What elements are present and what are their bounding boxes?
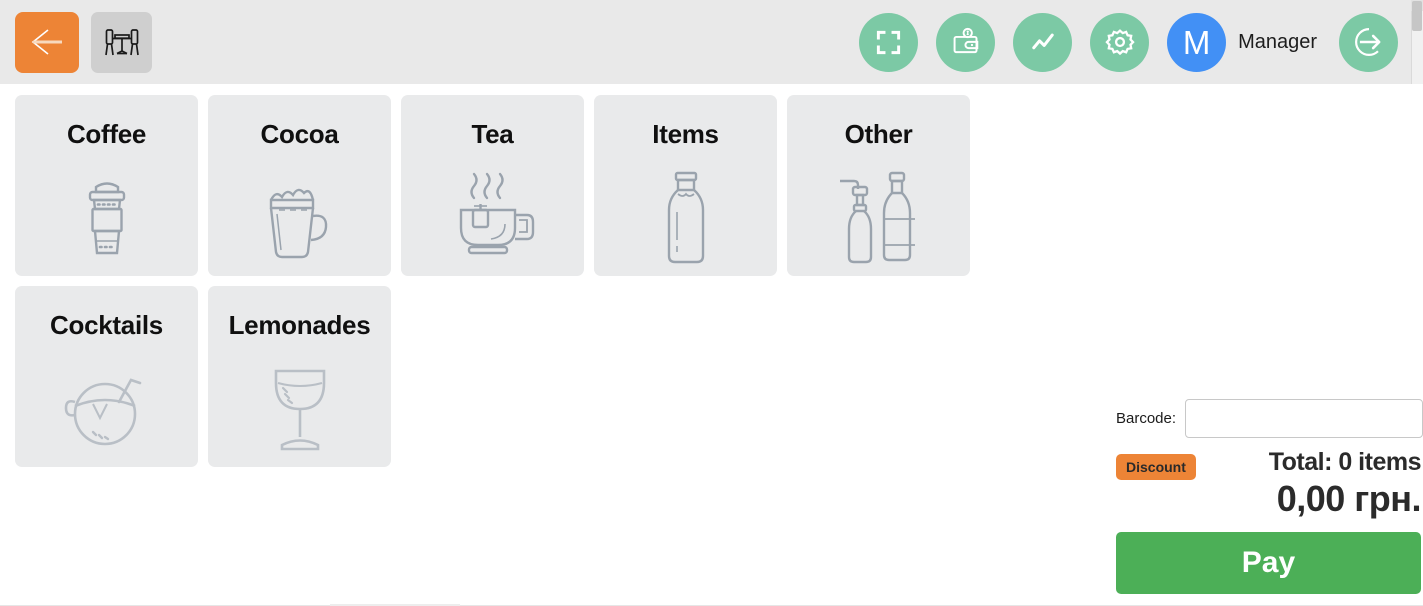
totals-text: Total: 0 items 0,00 грн. xyxy=(1269,448,1423,519)
total-amount: 0,00 грн. xyxy=(1276,477,1422,519)
checkout-panel: Barcode: Discount Total: 0 items 0,00 гр… xyxy=(1110,398,1423,595)
arrow-left-icon xyxy=(31,29,62,55)
toolbar-scrollbar[interactable] xyxy=(1411,0,1423,84)
category-label: Items xyxy=(652,119,719,149)
category-label: Cocoa xyxy=(260,119,339,149)
tables-button[interactable] xyxy=(91,11,152,73)
top-toolbar: M Manager xyxy=(0,0,1411,84)
wallet-cash-icon xyxy=(953,27,978,54)
barcode-input[interactable] xyxy=(1185,399,1423,438)
barcode-label: Barcode: xyxy=(1116,410,1177,427)
table-chairs-icon xyxy=(104,29,139,56)
barcode-row: Barcode: xyxy=(1110,398,1423,439)
coconut-cocktail-icon xyxy=(15,350,198,467)
total-items: Total: 0 items xyxy=(1268,448,1422,476)
fullscreen-button[interactable] xyxy=(859,12,919,72)
category-tile-cocktails[interactable]: Cocktails xyxy=(15,286,198,467)
category-grid: Coffee Cocoa Tea Items Other Cocktails L… xyxy=(15,95,1015,467)
gear-icon xyxy=(1104,29,1135,56)
scrollbar-thumb[interactable] xyxy=(1412,1,1422,31)
avatar[interactable]: M xyxy=(1167,12,1227,72)
category-tile-cocoa[interactable]: Cocoa xyxy=(208,95,391,276)
avatar-letter: M xyxy=(1182,23,1211,61)
cash-button[interactable] xyxy=(936,12,996,72)
line-chart-icon xyxy=(1031,33,1054,50)
discount-button[interactable]: Discount xyxy=(1116,454,1196,480)
cocoa-mug-icon xyxy=(208,159,391,276)
logout-icon xyxy=(1354,28,1380,56)
tea-cup-icon xyxy=(401,159,584,276)
category-label: Tea xyxy=(471,119,514,149)
pos-screen: M Manager Coffee Cocoa Tea Items Other C… xyxy=(0,0,1423,606)
back-button[interactable] xyxy=(15,11,79,73)
category-label: Other xyxy=(844,119,913,149)
category-label: Lemonades xyxy=(228,310,371,340)
user-name: Manager xyxy=(1238,30,1317,53)
category-tile-other[interactable]: Other xyxy=(787,95,970,276)
lemonade-glass-icon xyxy=(208,350,391,467)
category-tile-coffee[interactable]: Coffee xyxy=(15,95,198,276)
milk-bottle-icon xyxy=(594,159,777,276)
fullscreen-icon xyxy=(876,30,901,54)
category-label: Cocktails xyxy=(50,310,163,340)
logout-button[interactable] xyxy=(1339,12,1398,72)
toolbar-left-group xyxy=(0,11,152,73)
category-tile-items[interactable]: Items xyxy=(594,95,777,276)
settings-button[interactable] xyxy=(1090,12,1150,72)
pay-button[interactable]: Pay xyxy=(1116,532,1421,595)
totals-row: Discount Total: 0 items 0,00 грн. xyxy=(1110,448,1423,519)
toolbar-right-group: M Manager xyxy=(859,12,1411,72)
category-tile-lemonades[interactable]: Lemonades xyxy=(208,286,391,467)
syrup-bottles-icon xyxy=(787,159,970,276)
category-tile-tea[interactable]: Tea xyxy=(401,95,584,276)
coffee-cup-icon xyxy=(15,159,198,276)
reports-button[interactable] xyxy=(1013,12,1073,72)
category-label: Coffee xyxy=(66,119,147,149)
